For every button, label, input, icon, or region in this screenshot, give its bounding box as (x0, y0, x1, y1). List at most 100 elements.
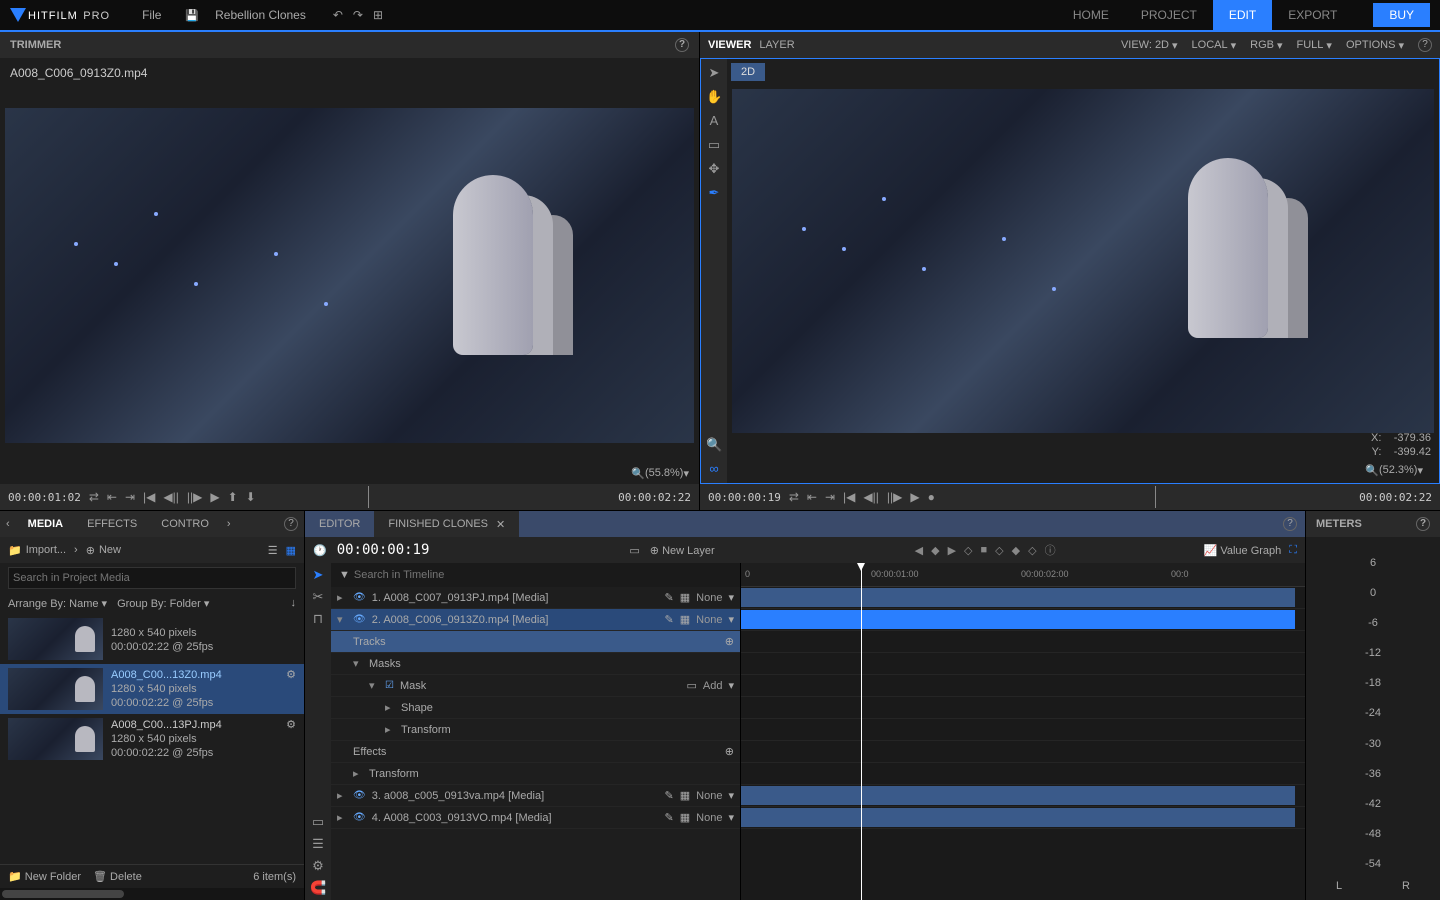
menu-file[interactable]: File (130, 8, 173, 22)
tab-editor[interactable]: EDITOR (305, 511, 374, 537)
layer-transform[interactable]: ▸Transform (331, 763, 740, 785)
chevron-right-icon[interactable]: › (74, 544, 78, 556)
trimmer-preview[interactable]: A008_C006_0913Z0.mp4 🔍 (55.8%) ▾ (0, 58, 699, 484)
step-fwd-icon[interactable]: ||▶ (887, 490, 902, 504)
kf-icon[interactable]: ◆ (1012, 544, 1020, 557)
help-icon[interactable]: ? (675, 38, 689, 52)
layer-row[interactable]: ▸👁4. A008_C003_0913VO.mp4 [Media]✎▦None▾ (331, 807, 740, 829)
tab-project[interactable]: PROJECT (1125, 0, 1213, 30)
timeline-clip[interactable] (741, 610, 1295, 629)
kf-icon[interactable]: ◇ (1028, 544, 1036, 557)
sort-icon[interactable]: ↓ (291, 597, 297, 610)
track-icon[interactable]: ▭ (310, 814, 326, 830)
tab-export[interactable]: EXPORT (1272, 0, 1353, 30)
layer-shape[interactable]: ▸Shape (331, 697, 740, 719)
delete-button[interactable]: 🗑 Delete (93, 870, 142, 883)
prev-frame-icon[interactable]: |◀ (843, 490, 855, 504)
kf-icon[interactable]: ■ (981, 544, 988, 556)
next-kf-icon[interactable]: ▶ (948, 544, 956, 557)
link-tool-icon[interactable]: ∞ (706, 461, 722, 477)
media-item[interactable]: A008_C00...13Z0.mp41280 x 540 pixels00:0… (0, 664, 304, 714)
layer-row[interactable]: ▾👁2. A008_C006_0913Z0.mp4 [Media]✎▦None▾ (331, 609, 740, 631)
help-icon[interactable]: ? (1416, 517, 1430, 531)
layer-transform[interactable]: ▸Transform (331, 719, 740, 741)
skip-end-icon[interactable]: ⇥ (125, 490, 135, 504)
gear-icon[interactable]: ⚙ (310, 858, 326, 874)
slice-tool-icon[interactable]: ✂ (310, 589, 326, 605)
timeline-tracks[interactable]: 0 00:00:01:00 00:00:02:00 00:0 (741, 563, 1305, 900)
timeline-clip[interactable] (741, 808, 1295, 827)
project-name[interactable]: Rebellion Clones (203, 8, 318, 22)
viewer-video-frame[interactable] (732, 89, 1434, 433)
viewer-canvas[interactable]: 2D X: -379.36 Y: -399.42 🔍 (52.3%) ▾ (727, 59, 1439, 483)
select-tool-icon[interactable]: ➤ (706, 65, 722, 81)
rgb-dropdown[interactable]: RGB ▾ (1250, 39, 1282, 52)
viewer-zoom[interactable]: (52.3%) (1379, 464, 1418, 477)
playhead[interactable] (861, 563, 862, 900)
redo-icon[interactable]: ↷ (353, 8, 363, 22)
track-icon[interactable]: ☰ (310, 836, 326, 852)
local-dropdown[interactable]: LOCAL ▾ (1192, 39, 1237, 52)
new-layer-button[interactable]: ⊕ New Layer (650, 544, 715, 557)
zoom-tool-icon[interactable]: 🔍 (706, 437, 722, 453)
trimmer-playhead[interactable] (368, 486, 369, 508)
viewer-tab-viewer[interactable]: VIEWER (708, 39, 751, 51)
grid-view-icon[interactable]: ▦ (286, 544, 296, 557)
layer-tracks[interactable]: Tracks⊕ (331, 631, 740, 653)
expand-icon[interactable]: ⛶ (1289, 544, 1297, 557)
layer-mask[interactable]: ▾☑Mask▭Add▾ (331, 675, 740, 697)
mask-tool-icon[interactable]: ▭ (706, 137, 722, 153)
grid-icon[interactable]: ⊞ (373, 8, 383, 22)
media-item[interactable]: 1280 x 540 pixels00:00:02:22 @ 25fps (0, 614, 304, 664)
scrollbar[interactable] (0, 888, 304, 900)
tab-effects[interactable]: EFFECTS (75, 518, 149, 530)
close-icon[interactable]: ✕ (496, 518, 505, 531)
timeline-clip[interactable] (741, 786, 1295, 805)
search-icon[interactable]: 🔍 (1365, 464, 1379, 477)
loop-icon[interactable]: ⇄ (789, 490, 799, 504)
insert-icon[interactable]: ⬆ (228, 490, 238, 504)
skip-end-icon[interactable]: ⇥ (825, 490, 835, 504)
gear-icon[interactable]: ⚙ (286, 668, 296, 681)
timeline-ruler[interactable]: 0 00:00:01:00 00:00:02:00 00:0 (741, 563, 1305, 587)
pen-tool-icon[interactable]: ✒ (706, 185, 722, 201)
tab-home[interactable]: HOME (1057, 0, 1125, 30)
chevron-right-icon[interactable]: › (221, 518, 237, 530)
layer-row[interactable]: ▸👁3. a008_c005_0913va.mp4 [Media]✎▦None▾ (331, 785, 740, 807)
viewer-playhead[interactable] (1155, 486, 1156, 508)
play-icon[interactable]: ▶ (210, 490, 219, 504)
viewer-2d-tab[interactable]: 2D (731, 63, 765, 81)
full-dropdown[interactable]: FULL ▾ (1297, 39, 1332, 52)
select-tool-icon[interactable]: ➤ (310, 567, 326, 583)
add-icon[interactable]: ⊕ (725, 635, 734, 648)
buy-button[interactable]: BUY (1373, 3, 1430, 27)
viewer-tab-layer[interactable]: LAYER (759, 39, 794, 51)
prev-frame-icon[interactable]: |◀ (143, 490, 155, 504)
view-mode-dropdown[interactable]: VIEW: 2D ▾ (1121, 39, 1178, 52)
timeline-clip[interactable] (741, 588, 1295, 607)
timeline-search-input[interactable] (350, 565, 732, 585)
import-button[interactable]: 📁 Import... (8, 544, 66, 557)
timeline-timecode[interactable]: 00:00:00:19 (337, 542, 430, 558)
overlay-icon[interactable]: ⬇ (246, 490, 256, 504)
magnet-icon[interactable]: 🧲 (310, 880, 326, 896)
new-button[interactable]: ⊕ New (86, 544, 121, 557)
layer-effects[interactable]: Effects⊕ (331, 741, 740, 763)
tab-finished-clones[interactable]: FINISHED CLONES ✕ (374, 511, 519, 537)
tab-edit[interactable]: EDIT (1213, 0, 1272, 30)
skip-start-icon[interactable]: ⇤ (807, 490, 817, 504)
list-view-icon[interactable]: ☰ (268, 544, 278, 557)
media-search-input[interactable] (8, 567, 296, 589)
record-icon[interactable]: ● (928, 490, 935, 504)
overlay-icon[interactable]: ▭ (629, 544, 639, 557)
trimmer-zoom[interactable]: (55.8%) (645, 467, 684, 480)
trimmer-video-frame[interactable] (5, 108, 694, 443)
tab-controls[interactable]: CONTRO (149, 518, 221, 530)
group-dropdown[interactable]: Group By: Folder ▾ (117, 597, 209, 610)
info-icon[interactable]: ⓘ (1045, 542, 1056, 558)
help-icon[interactable]: ? (284, 517, 298, 531)
loop-icon[interactable]: ⇄ (89, 490, 99, 504)
value-graph-button[interactable]: 📈 Value Graph (1204, 544, 1282, 557)
add-icon[interactable]: ⊕ (725, 745, 734, 758)
layer-row[interactable]: ▸👁1. A008_C007_0913PJ.mp4 [Media]✎▦None▾ (331, 587, 740, 609)
